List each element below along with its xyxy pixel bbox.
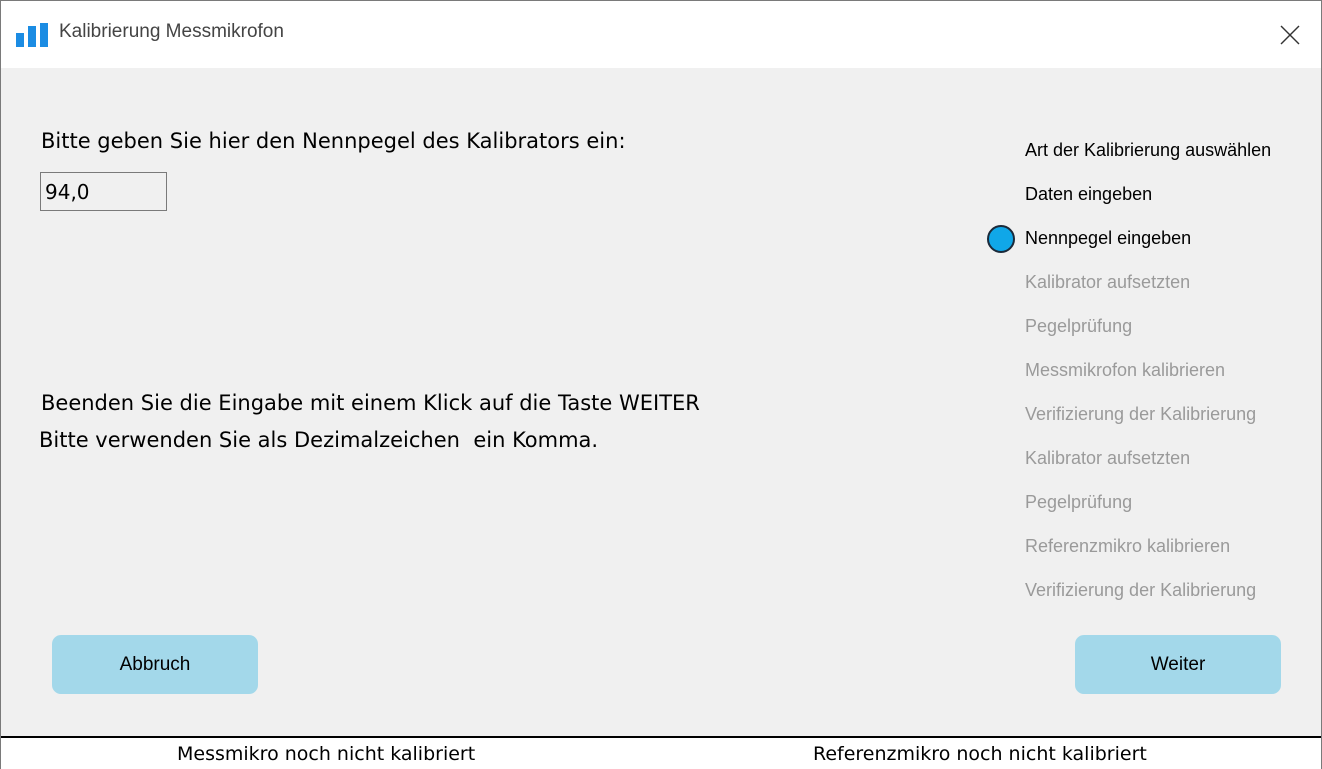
step-item: Verifizierung der Kalibrierung xyxy=(1025,580,1315,624)
step-label: Verifizierung der Kalibrierung xyxy=(1025,404,1257,424)
nominal-level-input[interactable] xyxy=(40,172,167,211)
measurement-mic-status: Messmikro noch nicht kalibriert xyxy=(177,743,476,765)
step-item: Kalibrator aufsetzten xyxy=(1025,272,1315,316)
level-prompt-label: Bitte geben Sie hier den Nennpegel des K… xyxy=(41,129,626,153)
close-button[interactable] xyxy=(1259,1,1321,68)
step-item: Kalibrator aufsetzten xyxy=(1025,448,1315,492)
step-item: Referenzmikro kalibrieren xyxy=(1025,536,1315,580)
step-label: Verifizierung der Kalibrierung xyxy=(1025,580,1257,600)
step-label: Referenzmikro kalibrieren xyxy=(1025,536,1231,556)
step-label: Nennpegel eingeben xyxy=(1025,228,1192,248)
status-bar: Messmikro noch nicht kalibriert Referenz… xyxy=(1,736,1321,769)
step-item: Messmikrofon kalibrieren xyxy=(1025,360,1315,404)
cancel-button[interactable]: Abbruch xyxy=(52,635,258,694)
step-label: Art der Kalibrierung auswählen xyxy=(1025,140,1272,160)
calibration-window: Kalibrierung Messmikrofon Bitte geben Si… xyxy=(0,0,1322,769)
step-item: Pegelprüfung xyxy=(1025,316,1315,360)
window-title: Kalibrierung Messmikrofon xyxy=(59,21,284,42)
step-label: Kalibrator aufsetzten xyxy=(1025,448,1191,468)
step-item: Daten eingeben xyxy=(1025,184,1315,228)
step-item: Nennpegel eingeben xyxy=(987,225,1315,272)
step-label: Daten eingeben xyxy=(1025,184,1153,204)
step-label: Kalibrator aufsetzten xyxy=(1025,272,1191,292)
step-list: Art der Kalibrierung auswählen Daten eing… xyxy=(987,140,1315,624)
step-item: Verifizierung der Kalibrierung xyxy=(1025,404,1315,448)
current-step-indicator-icon xyxy=(987,225,1015,253)
step-label: Pegelprüfung xyxy=(1025,316,1133,336)
step-item: Pegelprüfung xyxy=(1025,492,1315,536)
next-button[interactable]: Weiter xyxy=(1075,635,1281,694)
step-label: Pegelprüfung xyxy=(1025,492,1133,512)
bar-chart-app-icon xyxy=(16,23,48,47)
finish-hint-text: Beenden Sie die Eingabe mit einem Klick … xyxy=(41,391,700,415)
step-label: Messmikrofon kalibrieren xyxy=(1025,360,1226,380)
close-icon xyxy=(1280,25,1300,44)
decimal-hint-text: Bitte verwenden Sie als Dezimalzeichen e… xyxy=(39,428,599,452)
title-bar: Kalibrierung Messmikrofon xyxy=(1,1,1321,68)
step-item: Art der Kalibrierung auswählen xyxy=(1025,140,1315,184)
client-area: Bitte geben Sie hier den Nennpegel des K… xyxy=(1,68,1321,736)
reference-mic-status: Referenzmikro noch nicht kalibriert xyxy=(813,743,1147,765)
